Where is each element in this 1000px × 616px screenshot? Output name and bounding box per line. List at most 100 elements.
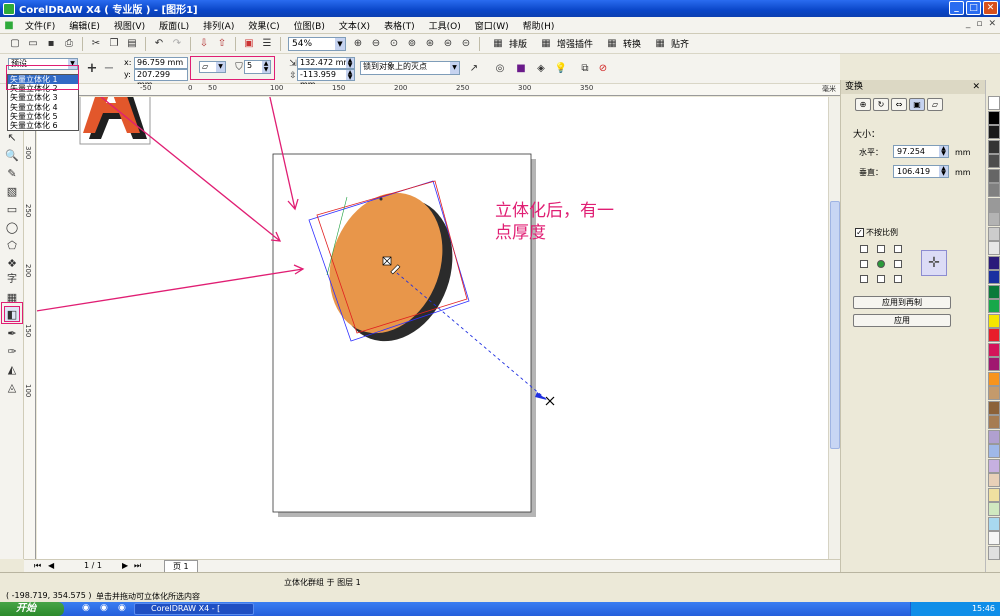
vertical-size-field[interactable]: 106.419 ▲ ▼ xyxy=(893,165,949,178)
scale-tab-icon[interactable]: ⇔ xyxy=(891,98,907,111)
color-swatch[interactable] xyxy=(988,487,1000,502)
color-swatch[interactable] xyxy=(988,313,1000,328)
menu-table[interactable]: 表格(T) xyxy=(377,19,422,32)
outline-tool-icon[interactable]: ✑ xyxy=(4,344,20,360)
skew-tab-icon[interactable]: ▱ xyxy=(927,98,943,111)
first-page-icon[interactable]: ⏮ xyxy=(34,561,41,571)
drawing-canvas[interactable]: 立体化后，有一 点厚度 xyxy=(37,97,828,559)
anchor-point[interactable] xyxy=(894,245,902,253)
close-button[interactable]: ✕ xyxy=(983,1,998,15)
remove-preset-icon[interactable]: − xyxy=(102,61,116,76)
application-launcher-icon[interactable]: ▣ xyxy=(242,37,256,51)
color-swatch[interactable] xyxy=(988,415,1000,429)
quick-launch-icon[interactable]: ◉ xyxy=(82,603,90,613)
quick-launch-icon[interactable]: ◉ xyxy=(118,603,126,613)
color-swatch[interactable] xyxy=(988,516,1000,531)
minimize-button[interactable]: _ xyxy=(949,1,964,15)
color-swatch[interactable] xyxy=(988,241,1000,255)
open-folder-icon[interactable]: ▭ xyxy=(26,37,40,51)
menu-edit[interactable]: 编辑(E) xyxy=(62,19,107,32)
freehand-tool-icon[interactable]: ✎ xyxy=(4,166,20,182)
start-button[interactable]: 开始 xyxy=(0,602,64,616)
import-icon[interactable]: ⇩ xyxy=(197,37,211,51)
anchor-point[interactable] xyxy=(860,275,868,283)
new-file-icon[interactable]: ▢ xyxy=(8,37,22,51)
color-swatch[interactable] xyxy=(988,226,1000,241)
docker-close-icon[interactable]: ✕ xyxy=(972,80,980,94)
paste-icon[interactable]: ▤ xyxy=(125,37,139,51)
redo-icon[interactable]: ↷ xyxy=(170,37,184,51)
horizontal-size-field[interactable]: 97.254 ▲ ▼ xyxy=(893,145,949,158)
paste-plugin-button[interactable]: ▦ 贴齐 xyxy=(651,37,689,51)
scrollbar-thumb[interactable] xyxy=(830,201,840,449)
menu-text[interactable]: 文本(X) xyxy=(332,19,377,32)
color-swatch[interactable] xyxy=(988,270,1000,284)
anchor-point[interactable] xyxy=(894,260,902,268)
color-swatch[interactable] xyxy=(988,197,1000,212)
zoom-tool-icon[interactable]: 🔍 xyxy=(4,148,20,164)
add-preset-icon[interactable]: + xyxy=(85,61,99,76)
preset-option[interactable]: 矢量立体化 4 xyxy=(8,103,78,112)
rotate-tab-icon[interactable]: ↻ xyxy=(873,98,889,111)
anchor-point[interactable] xyxy=(877,245,885,253)
vanishing-point-properties-icon[interactable]: ↗ xyxy=(467,61,481,75)
convert-plugin-button[interactable]: ▦ 转换 xyxy=(603,37,641,51)
vanishing-point-y-spinner[interactable]: ▲ ▼ xyxy=(346,70,354,81)
color-swatch[interactable] xyxy=(988,531,1000,545)
cut-icon[interactable]: ✂ xyxy=(89,37,103,51)
extrude-color-icon[interactable]: ■ xyxy=(514,61,528,75)
last-page-icon[interactable]: ⏭ xyxy=(134,561,141,571)
rectangle-tool-icon[interactable]: ▭ xyxy=(4,202,20,218)
save-icon[interactable]: ▪ xyxy=(44,37,58,51)
position-y-field[interactable]: 207.299 mm xyxy=(134,69,188,89)
menu-tools[interactable]: 工具(O) xyxy=(422,19,468,32)
preset-option[interactable]: 矢量立体化 3 xyxy=(8,93,78,102)
taskbar-app-button[interactable]: CorelDRAW X4 - [ xyxy=(134,603,254,615)
polygon-tool-icon[interactable]: ⬠ xyxy=(4,238,20,254)
color-swatch[interactable] xyxy=(988,212,1000,226)
color-swatch[interactable] xyxy=(988,139,1000,154)
menu-layout[interactable]: 版面(L) xyxy=(152,19,196,32)
color-swatch[interactable] xyxy=(988,400,1000,415)
color-swatch[interactable] xyxy=(988,386,1000,400)
color-swatch[interactable] xyxy=(988,110,1000,125)
zoom-in-icon[interactable]: ⊕ xyxy=(351,37,365,51)
enhance-plugin-button[interactable]: ▦ 增强插件 xyxy=(537,37,593,51)
color-swatch[interactable] xyxy=(988,284,1000,299)
menu-file[interactable]: 文件(F) xyxy=(18,19,62,32)
export-icon[interactable]: ⇧ xyxy=(215,37,229,51)
apply-to-duplicate-button[interactable]: 应用到再制 xyxy=(853,296,951,309)
extrude-rotation-icon[interactable]: ◎ xyxy=(493,61,507,75)
zoom-level-select[interactable]: 54% ▼ xyxy=(288,36,346,51)
zoom-all-objects-icon[interactable]: ⊚ xyxy=(405,37,419,51)
menu-bitmaps[interactable]: 位图(B) xyxy=(287,19,332,32)
chevron-down-icon[interactable]: ▼ xyxy=(450,62,459,74)
color-swatch[interactable] xyxy=(988,183,1000,197)
next-page-icon[interactable]: ▶ xyxy=(122,561,128,570)
layout-plugin-button[interactable]: ▦ 排版 xyxy=(489,37,527,51)
doc-close-button[interactable]: ✕ xyxy=(988,19,996,29)
doc-minimize-button[interactable]: _ xyxy=(966,19,971,29)
color-swatch[interactable] xyxy=(988,473,1000,487)
horizontal-size-spinner[interactable]: ▲ ▼ xyxy=(939,146,948,157)
extrude-lighting-icon[interactable]: 💡 xyxy=(554,61,568,75)
doc-restore-button[interactable]: ▫ xyxy=(976,19,982,29)
ellipse-tool-icon[interactable]: ◯ xyxy=(4,220,20,236)
anchor-point[interactable] xyxy=(860,260,868,268)
color-swatch[interactable] xyxy=(988,429,1000,444)
color-swatch[interactable] xyxy=(988,545,1000,560)
print-icon[interactable]: ⎙ xyxy=(62,37,76,51)
vanishing-point-y-field[interactable]: -113.959 mm ▲▼ xyxy=(297,69,355,89)
maximize-button[interactable]: □ xyxy=(966,1,981,15)
welcome-screen-icon[interactable]: ☰ xyxy=(260,37,274,51)
menu-effects[interactable]: 效果(C) xyxy=(241,19,286,32)
vanishing-point-x-spinner[interactable]: ▲ ▼ xyxy=(346,58,354,69)
anchor-point[interactable] xyxy=(860,245,868,253)
zoom-out-icon[interactable]: ⊖ xyxy=(369,37,383,51)
interactive-fill-tool-icon[interactable]: ◬ xyxy=(4,380,20,396)
color-swatch[interactable] xyxy=(988,328,1000,342)
horizontal-ruler[interactable]: -50 0 50 100 150 200 250 300 350 毫米 xyxy=(24,84,840,96)
color-swatch[interactable] xyxy=(988,255,1000,270)
zoom-height-icon[interactable]: ⊝ xyxy=(459,37,473,51)
vertical-size-spinner[interactable]: ▲ ▼ xyxy=(939,166,948,177)
